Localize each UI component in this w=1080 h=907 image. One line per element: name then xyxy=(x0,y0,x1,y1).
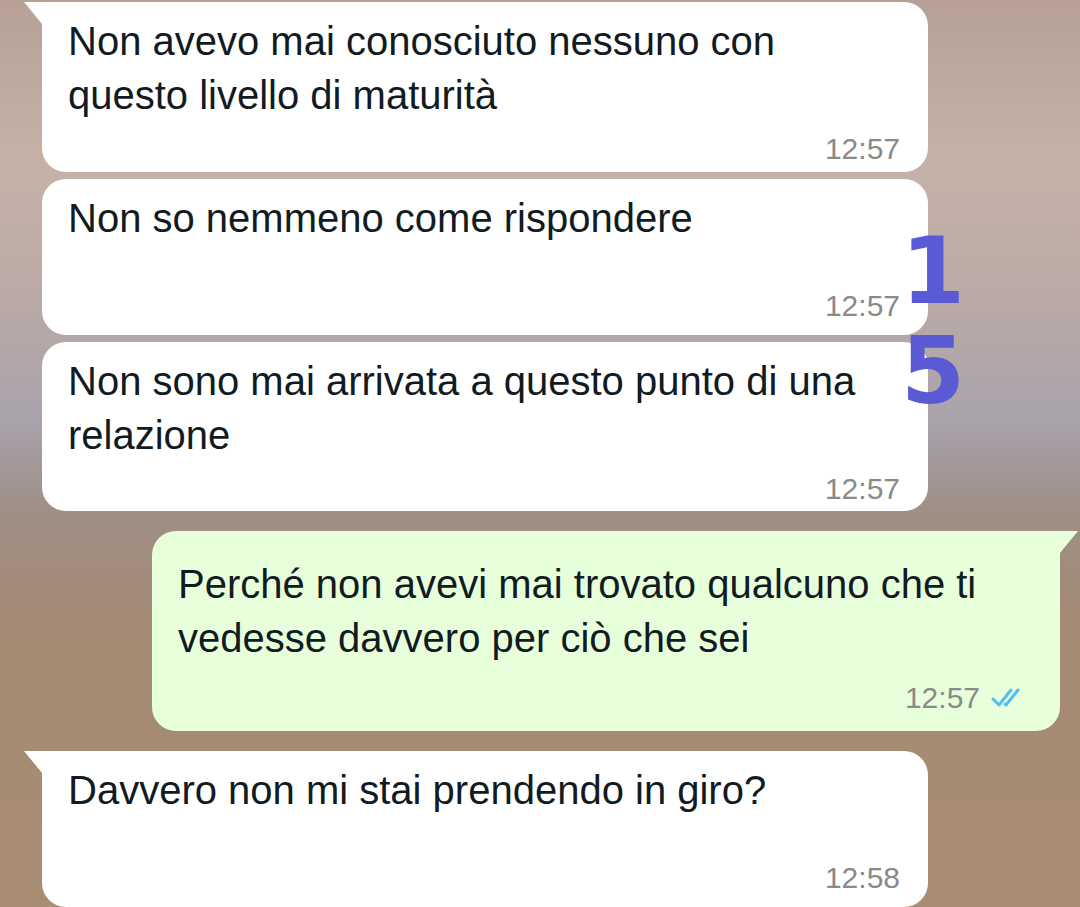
message-time: 12:57 xyxy=(825,288,900,324)
message-text: Davvero non mi stai prendendo in giro? xyxy=(68,763,900,817)
message-time: 12:57 xyxy=(825,131,900,167)
read-receipt-icon xyxy=(990,686,1030,710)
message-meta: 12:57 xyxy=(178,679,1030,717)
message-meta: 12:57 xyxy=(68,287,900,325)
message-time: 12:57 xyxy=(825,471,900,507)
message-text: Non sono mai arrivata a questo punto di … xyxy=(68,354,900,462)
incoming-message[interactable]: Non sono mai arrivata a questo punto di … xyxy=(42,342,928,512)
message-text: Non so nemmeno come rispondere xyxy=(68,191,900,245)
message-time: 12:57 xyxy=(905,680,980,716)
chat-screen: Non avevo mai conosciuto nessuno con que… xyxy=(0,0,1080,907)
message-time: 12:58 xyxy=(825,860,900,896)
annotation-mark: 5 xyxy=(901,322,965,422)
message-meta: 12:58 xyxy=(68,859,900,897)
incoming-message[interactable]: Non so nemmeno come rispondere 12:57 xyxy=(42,179,928,335)
handwritten-annotation: 15 xyxy=(898,222,968,422)
incoming-message[interactable]: Non avevo mai conosciuto nessuno con que… xyxy=(42,2,928,172)
message-text: Non avevo mai conosciuto nessuno con que… xyxy=(68,14,900,122)
message-meta: 12:57 xyxy=(68,470,900,508)
message-meta: 12:57 xyxy=(68,130,900,168)
annotation-mark: 1 xyxy=(901,222,965,322)
message-text: Perché non avevi mai trovato qualcuno ch… xyxy=(178,557,1030,665)
incoming-message[interactable]: Davvero non mi stai prendendo in giro? 12… xyxy=(42,751,928,907)
outgoing-message[interactable]: Perché non avevi mai trovato qualcuno ch… xyxy=(152,531,1060,731)
